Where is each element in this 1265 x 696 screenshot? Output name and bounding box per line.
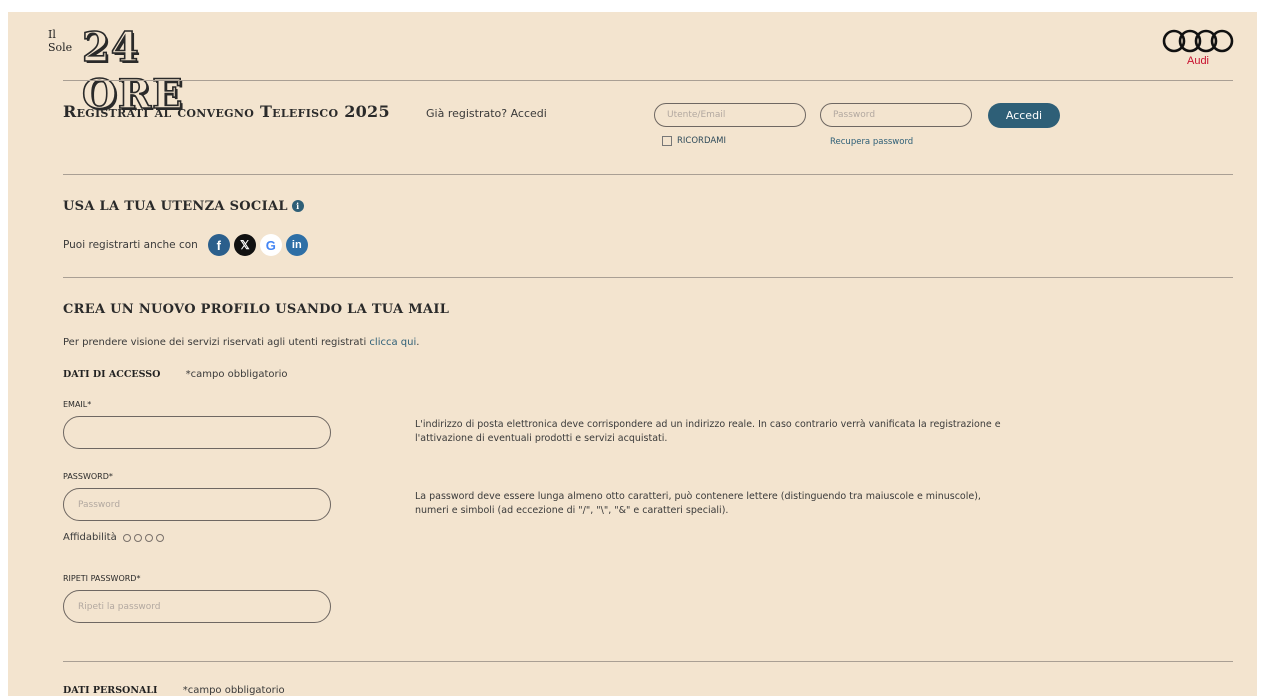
registration-page: Il Sole 24 ORE Audi Registrati al conveg… bbox=[8, 12, 1257, 696]
divider bbox=[63, 174, 1233, 175]
personal-data-label: DATI PERSONALI bbox=[63, 685, 158, 696]
info-icon[interactable]: i bbox=[291, 200, 304, 212]
login-button[interactable]: Accedi bbox=[988, 103, 1060, 128]
social-login-row: Puoi registrarti anche con f 𝕏 G in bbox=[63, 234, 312, 256]
repeat-password-label: RIPETI PASSWORD* bbox=[63, 574, 141, 583]
divider bbox=[63, 661, 1233, 662]
already-registered-link[interactable]: Già registrato? Accedi bbox=[426, 107, 547, 120]
login-password-input[interactable] bbox=[820, 103, 972, 127]
registration-title: Registrati al convegno Telefisco 2025 bbox=[63, 102, 390, 121]
remember-checkbox[interactable] bbox=[662, 136, 672, 146]
required-note: *campo obbligatorio bbox=[185, 369, 288, 380]
click-here-link[interactable]: clicca qui bbox=[369, 337, 416, 348]
social-title-text: USA LA TUA UTENZA SOCIAL bbox=[63, 199, 288, 214]
social-text: Puoi registrarti anche con bbox=[63, 239, 198, 251]
strength-dot bbox=[155, 533, 164, 542]
services-intro: Per prendere visione dei servizi riserva… bbox=[63, 337, 370, 348]
google-icon[interactable]: G bbox=[259, 234, 282, 256]
social-section-title: USA LA TUA UTENZA SOCIAL i bbox=[63, 199, 304, 214]
username-input[interactable] bbox=[654, 103, 806, 127]
audi-rings-icon bbox=[1162, 29, 1234, 53]
password-field[interactable] bbox=[63, 488, 331, 521]
repeat-password-field[interactable] bbox=[63, 590, 331, 623]
create-profile-title: CREA UN NUOVO PROFILO USANDO LA TUA MAIL bbox=[63, 302, 450, 317]
password-strength: Affidabilità bbox=[63, 532, 164, 543]
remember-label: RICORDAMI bbox=[677, 136, 726, 146]
access-data-header: DATI DI ACCESSO *campo obbligatorio bbox=[63, 369, 288, 380]
services-intro-end: . bbox=[416, 337, 420, 348]
email-label: EMAIL* bbox=[63, 400, 92, 409]
access-data-label: DATI DI ACCESSO bbox=[63, 369, 161, 380]
strength-dot bbox=[133, 533, 142, 542]
personal-data-header: DATI PERSONALI *campo obbligatorio bbox=[63, 685, 285, 696]
required-note: *campo obbligatorio bbox=[182, 685, 285, 696]
divider bbox=[63, 277, 1233, 278]
audi-label: Audi bbox=[1186, 55, 1210, 67]
facebook-icon[interactable]: f bbox=[207, 234, 230, 256]
strength-dot bbox=[122, 533, 131, 542]
x-twitter-icon[interactable]: 𝕏 bbox=[233, 234, 256, 256]
reliability-label: Affidabilità bbox=[63, 532, 117, 543]
recover-password-link[interactable]: Recupera password bbox=[830, 137, 913, 147]
logo-small-text: Il Sole bbox=[48, 28, 73, 54]
password-hint: La password deve essere lunga almeno ott… bbox=[415, 491, 981, 516]
email-field[interactable] bbox=[63, 416, 331, 449]
password-label: PASSWORD* bbox=[63, 472, 113, 481]
linkedin-icon[interactable]: in bbox=[285, 234, 308, 256]
remember-me[interactable]: RICORDAMI bbox=[662, 136, 726, 146]
services-info-text: Per prendere visione dei servizi riserva… bbox=[63, 337, 419, 348]
strength-dot bbox=[144, 533, 153, 542]
divider bbox=[63, 80, 1233, 81]
audi-sponsor-logo[interactable]: Audi bbox=[1158, 28, 1238, 67]
email-hint: L'indirizzo di posta elettronica deve co… bbox=[415, 419, 1001, 444]
